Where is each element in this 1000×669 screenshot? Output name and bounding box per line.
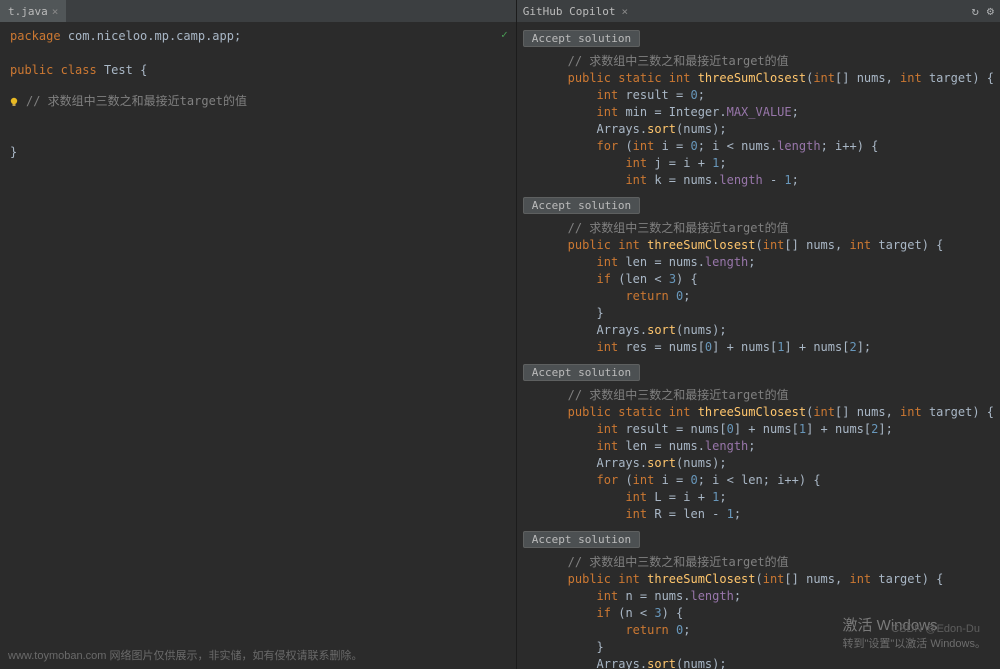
- package-name: com.niceloo.mp.camp.app: [68, 29, 234, 43]
- gear-icon[interactable]: ⚙: [987, 4, 994, 18]
- public-keyword: public: [10, 63, 53, 77]
- code-line: public static int threeSumClosest(int[] …: [539, 70, 994, 87]
- code-line: Arrays.sort(nums);: [539, 322, 994, 339]
- close-icon[interactable]: ×: [52, 5, 59, 18]
- close-brace: }: [10, 144, 506, 161]
- code-line: int L = i + 1;: [539, 489, 994, 506]
- accept-solution-button[interactable]: Accept solution: [523, 197, 640, 214]
- editor-tab-bar: t.java ×: [0, 0, 516, 22]
- code-line: int res = nums[0] + nums[1] + nums[2];: [539, 339, 994, 356]
- open-brace: {: [140, 63, 147, 77]
- code-line: return 0;: [539, 288, 994, 305]
- solution-block: Accept solution // 求数组中三数之和最接近target的值 p…: [523, 529, 994, 669]
- editor-tab[interactable]: t.java ×: [0, 0, 66, 22]
- code-line: if (n < 3) {: [539, 605, 994, 622]
- solution-block: Accept solution // 求数组中三数之和最接近target的值 p…: [523, 195, 994, 360]
- solution-code: // 求数组中三数之和最接近target的值 public int threeS…: [523, 216, 994, 360]
- editor-comment: // 求数组中三数之和最接近target的值: [26, 93, 247, 110]
- check-icon: ✓: [501, 26, 508, 43]
- code-line: for (int i = 0; i < nums.length; i++) {: [539, 138, 994, 155]
- code-line: Arrays.sort(nums);: [539, 455, 994, 472]
- code-line: // 求数组中三数之和最接近target的值: [539, 554, 994, 571]
- solution-code: // 求数组中三数之和最接近target的值 public static int…: [523, 383, 994, 527]
- tab-label: t.java: [8, 5, 48, 18]
- accept-solution-button[interactable]: Accept solution: [523, 531, 640, 548]
- code-line: int R = len - 1;: [539, 506, 994, 523]
- class-name: Test: [104, 63, 133, 77]
- accept-solution-button[interactable]: Accept solution: [523, 364, 640, 381]
- code-line: int len = nums.length;: [539, 254, 994, 271]
- code-line: int k = nums.length - 1;: [539, 172, 994, 189]
- class-keyword: class: [61, 63, 97, 77]
- code-line: public int threeSumClosest(int[] nums, i…: [539, 571, 994, 588]
- code-line: int result = 0;: [539, 87, 994, 104]
- solution-code: // 求数组中三数之和最接近target的值 public int threeS…: [523, 550, 994, 669]
- code-line: int min = Integer.MAX_VALUE;: [539, 104, 994, 121]
- code-line: Arrays.sort(nums);: [539, 121, 994, 138]
- package-keyword: package: [10, 29, 61, 43]
- lightbulb-icon[interactable]: [8, 96, 20, 108]
- code-line: int j = i + 1;: [539, 155, 994, 172]
- code-line: // 求数组中三数之和最接近target的值: [539, 387, 994, 404]
- code-line: int n = nums.length;: [539, 588, 994, 605]
- code-line: }: [539, 305, 994, 322]
- solution-block: Accept solution // 求数组中三数之和最接近target的值 p…: [523, 362, 994, 527]
- solutions-container[interactable]: Accept solution // 求数组中三数之和最接近target的值 p…: [517, 22, 1000, 669]
- close-icon[interactable]: ×: [621, 5, 628, 18]
- copilot-title: GitHub Copilot: [523, 5, 616, 18]
- code-line: public static int threeSumClosest(int[] …: [539, 404, 994, 421]
- code-line: int result = nums[0] + nums[1] + nums[2]…: [539, 421, 994, 438]
- code-line: int len = nums.length;: [539, 438, 994, 455]
- code-line: if (len < 3) {: [539, 271, 994, 288]
- code-line: // 求数组中三数之和最接近target的值: [539, 220, 994, 237]
- editor-panel: t.java × ✓ package com.niceloo.mp.camp.a…: [0, 0, 517, 669]
- editor-content[interactable]: ✓ package com.niceloo.mp.camp.app; publi…: [0, 22, 516, 669]
- solution-block: Accept solution // 求数组中三数之和最接近target的值 p…: [523, 28, 994, 193]
- code-line: return 0;: [539, 622, 994, 639]
- solution-code: // 求数组中三数之和最接近target的值 public static int…: [523, 49, 994, 193]
- accept-solution-button[interactable]: Accept solution: [523, 30, 640, 47]
- code-line: }: [539, 639, 994, 656]
- code-line: for (int i = 0; i < len; i++) {: [539, 472, 994, 489]
- code-line: Arrays.sort(nums);: [539, 656, 994, 669]
- code-line: public int threeSumClosest(int[] nums, i…: [539, 237, 994, 254]
- code-line: // 求数组中三数之和最接近target的值: [539, 53, 994, 70]
- copilot-header: GitHub Copilot × ↻ ⚙: [517, 0, 1000, 22]
- copilot-panel: GitHub Copilot × ↻ ⚙ Accept solution // …: [517, 0, 1000, 669]
- refresh-icon[interactable]: ↻: [972, 4, 979, 18]
